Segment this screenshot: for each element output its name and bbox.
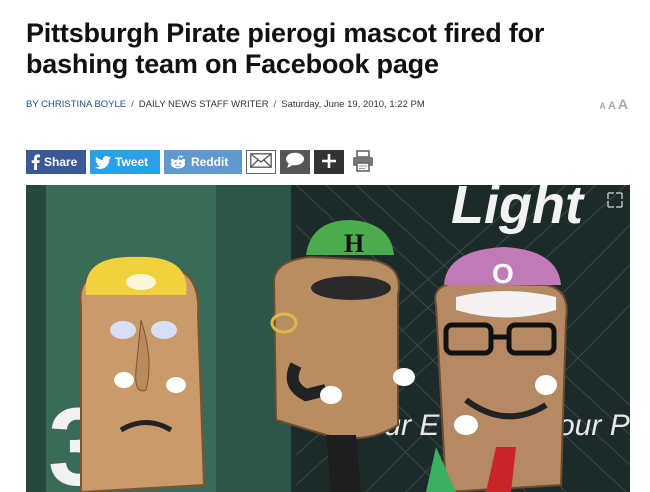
facebook-share-button[interactable]: Share [26, 150, 86, 174]
reddit-share-button[interactable]: Reddit [164, 150, 242, 174]
hat-letter-o: O [492, 258, 514, 289]
twitter-bird-icon [95, 155, 111, 169]
email-button[interactable] [246, 150, 276, 174]
byline-separator: / [273, 99, 277, 110]
printer-icon [351, 149, 375, 176]
pierogi-mascot-right: O [426, 247, 568, 492]
byline-role: DAILY NEWS STAFF WRITER [138, 99, 269, 110]
byline-separator: / [131, 99, 134, 110]
text-size-medium[interactable]: A [608, 100, 616, 112]
text-size-controls: AAA [597, 96, 628, 114]
facebook-share-label: Share [44, 155, 78, 169]
text-size-large[interactable]: A [618, 96, 628, 112]
byline-date: Saturday, June 19, 2010, 1:22 PM [281, 99, 425, 110]
text-size-small[interactable]: A [599, 101, 606, 111]
reddit-share-label: Reddit [191, 155, 229, 169]
plus-icon [321, 153, 337, 172]
envelope-icon [250, 153, 272, 171]
twitter-tweet-label: Tweet [115, 155, 149, 169]
photo-sign-text: Light [451, 185, 585, 235]
headline: Pittsburgh Pirate pierogi mascot fired f… [26, 18, 545, 79]
speech-bubble-icon [285, 152, 305, 172]
twitter-tweet-button[interactable]: Tweet [90, 150, 160, 174]
share-bar: Share Tweet Reddit [26, 149, 378, 176]
comment-button[interactable] [280, 150, 310, 174]
reddit-alien-icon [169, 155, 187, 169]
article-photo[interactable]: Light 3 Our E our P H O [26, 185, 630, 492]
facebook-icon [31, 154, 40, 170]
print-button[interactable] [348, 149, 378, 176]
byline: BY CHRISTINA BOYLE / DAILY NEWS STAFF WRIT… [26, 99, 425, 110]
pierogi-mascot-left [79, 256, 206, 492]
more-share-button[interactable] [314, 150, 344, 174]
byline-author[interactable]: BY CHRISTINA BOYLE [26, 99, 126, 110]
photo-wall-text-right: our P [558, 409, 630, 442]
hat-letter-h: H [344, 229, 364, 258]
